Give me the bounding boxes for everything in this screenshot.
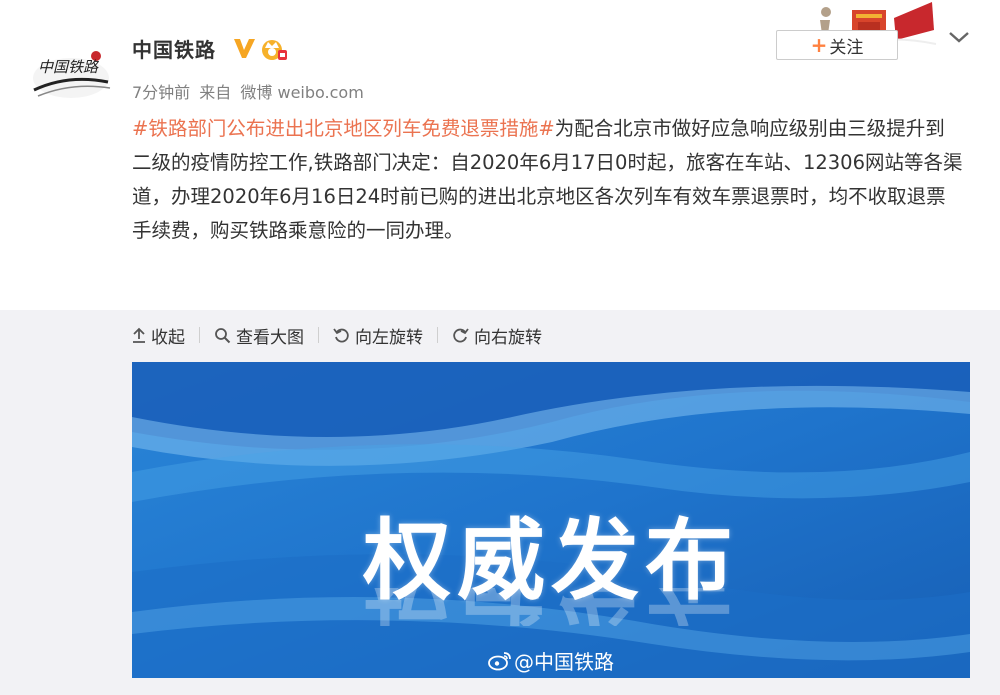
topic-link[interactable]: #铁路部门公布进出北京地区列车免费退票措施# <box>132 117 555 140</box>
rotate-right-label: 向右旋转 <box>474 327 542 348</box>
weibo-logo-icon <box>488 651 511 670</box>
rotate-right-icon <box>453 327 469 342</box>
rotate-left-icon <box>333 327 349 342</box>
toolbar-divider <box>437 327 438 343</box>
watermark-text: @中国铁路 <box>514 650 614 674</box>
view-large-button[interactable]: 查看大图 <box>214 323 304 348</box>
search-icon <box>215 327 231 343</box>
post-time[interactable]: 7分钟前 <box>132 83 190 102</box>
toolbar-divider <box>318 327 319 343</box>
image-watermark: @中国铁路 <box>132 646 970 675</box>
rotate-left-button[interactable]: 向左旋转 <box>333 323 423 348</box>
follow-plus-icon: + <box>810 33 828 57</box>
follow-button[interactable]: + 关注 <box>776 30 898 60</box>
view-large-label: 查看大图 <box>236 327 304 348</box>
media-toolbar: 收起 查看大图 向左旋转 向右旋转 <box>132 322 542 348</box>
source-prefix: 来自 <box>199 83 232 102</box>
account-name[interactable]: 中国铁路 <box>132 34 216 63</box>
member-crown-icon[interactable] <box>260 36 288 62</box>
image-headline-reflection: 权威发布 <box>132 588 970 626</box>
collapse-label: 收起 <box>151 327 185 348</box>
weibo-post: 中国铁路 中国铁路 7分钟前 来自 微博 weibo.com + 关注 #铁路部… <box>0 0 1000 695</box>
account-avatar[interactable]: 中国铁路 <box>28 38 114 108</box>
post-source[interactable]: 微博 weibo.com <box>240 83 363 102</box>
post-image[interactable]: 权威发布 权威发布 @中国铁路 <box>132 362 970 678</box>
post-meta: 7分钟前 来自 微博 weibo.com <box>132 79 368 103</box>
post-text: #铁路部门公布进出北京地区列车免费退票措施#为配合北京市做好应急响应级别由三级提… <box>132 112 964 248</box>
chevron-down-icon[interactable] <box>946 26 972 48</box>
collapse-arrow-icon <box>133 327 145 343</box>
rotate-left-label: 向左旋转 <box>355 327 423 348</box>
collapse-button[interactable]: 收起 <box>132 323 185 348</box>
verified-v-icon <box>234 39 255 58</box>
toolbar-divider <box>199 327 200 343</box>
avatar-text: 中国铁路 <box>38 58 100 76</box>
follow-label: 关注 <box>829 37 864 58</box>
rotate-right-button[interactable]: 向右旋转 <box>452 323 542 348</box>
